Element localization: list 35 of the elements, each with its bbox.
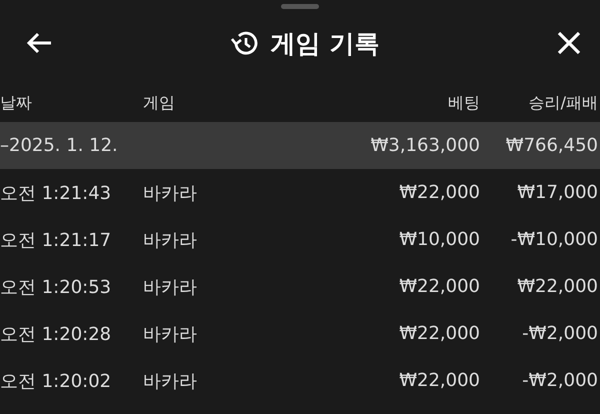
drag-handle[interactable]: [281, 4, 319, 9]
game-cell-text: 바카라: [143, 322, 198, 346]
group-bet-total: ₩3,163,000: [370, 135, 480, 156]
result-cell-text: -₩10,000: [510, 229, 598, 250]
column-header: 게임: [143, 92, 176, 114]
bet-cell-text: ₩10,000: [398, 229, 480, 250]
bet-cell-text: ₩22,000: [398, 323, 480, 344]
column-header: 승리/패배: [528, 92, 598, 114]
game-cell-text: 바카라: [143, 182, 198, 204]
bet-cell-text: ₩22,000: [398, 276, 480, 297]
date-group-row[interactable]: –2025. 1. 12. ₩3,163,000 ₩766,450: [0, 122, 600, 169]
game-cell-text: 바카라: [143, 228, 198, 252]
result-cell-text: -₩2,000: [521, 370, 598, 391]
group-date: –2025. 1. 12.: [0, 135, 119, 156]
close-button[interactable]: [556, 30, 582, 56]
window-title: 게임 기록: [270, 28, 380, 60]
bet-cell-text: ₩22,000: [398, 182, 480, 203]
column-header: 베팅: [447, 92, 480, 114]
bet-cell-text: ₩22,000: [398, 370, 480, 391]
history-icon: [230, 30, 259, 56]
column-header: 날짜: [0, 92, 33, 114]
close-icon: [556, 30, 582, 56]
time-cell-text: 오전 1:20:28: [0, 322, 112, 346]
game-cell-text: 바카라: [143, 276, 198, 298]
game-cell-text: 바카라: [143, 370, 198, 392]
back-arrow-icon: [26, 31, 54, 55]
time-cell-text: 오전 1:20:02: [0, 370, 112, 392]
group-result-total: ₩766,450: [504, 135, 598, 156]
time-cell-text: 오전 1:20:53: [0, 276, 112, 298]
back-button[interactable]: [26, 31, 54, 55]
result-cell-text: -₩2,000: [521, 323, 598, 344]
result-cell-text: ₩22,000: [516, 276, 598, 297]
result-cell-text: ₩17,000: [516, 182, 598, 203]
time-cell-text: 오전 1:21:43: [0, 182, 112, 204]
time-cell-text: 오전 1:21:17: [0, 228, 112, 252]
